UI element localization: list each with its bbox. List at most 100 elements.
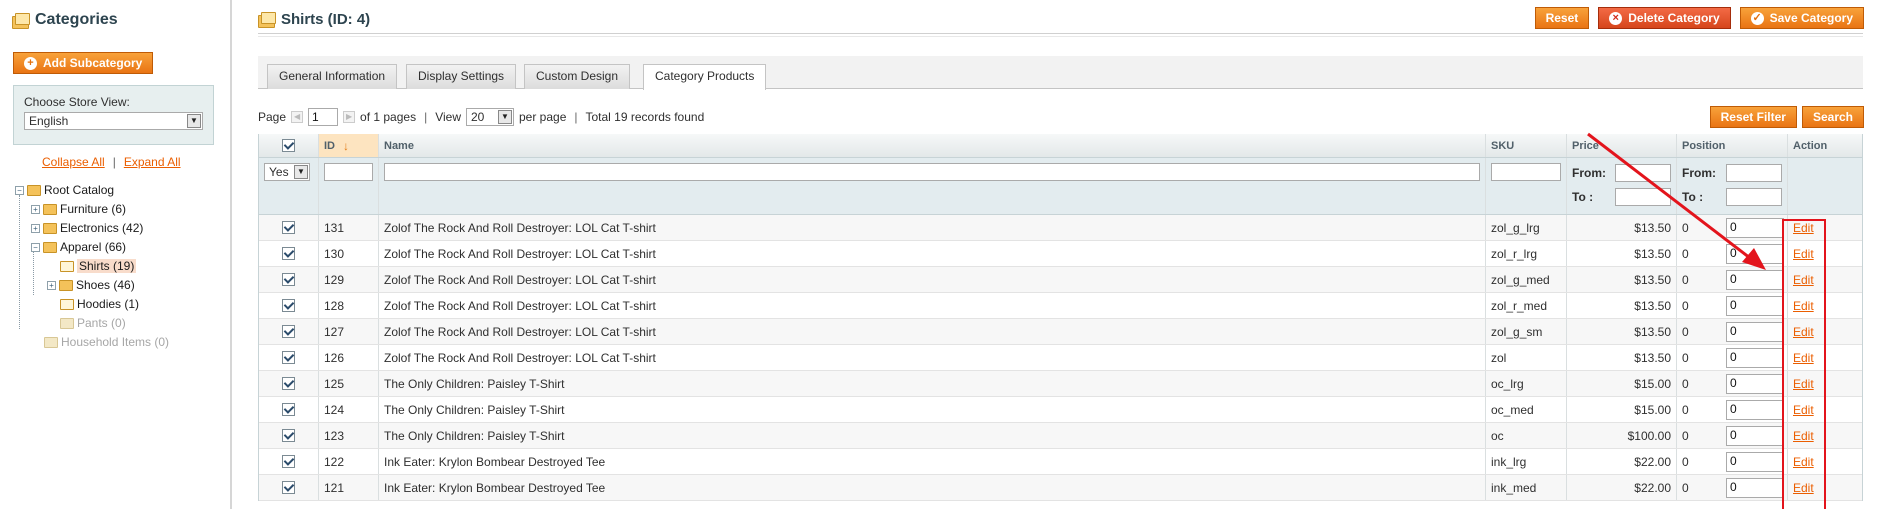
position-input[interactable]: 0 <box>1726 425 1784 446</box>
table-row[interactable]: 127 Zolof The Rock And Roll Destroyer: LO… <box>259 319 1862 345</box>
table-row[interactable]: 130 Zolof The Rock And Roll Destroyer: LO… <box>259 241 1862 267</box>
position-input[interactable]: 0 <box>1726 269 1784 290</box>
tab-custom-design[interactable]: Custom Design <box>524 64 631 89</box>
table-row[interactable]: 124 The Only Children: Paisley T-Shirt oc_… <box>259 397 1862 423</box>
search-button[interactable]: Search <box>1801 106 1864 128</box>
table-row[interactable]: 122 Ink Eater: Krylon Bombear Destroyed T… <box>259 449 1862 475</box>
position-input[interactable]: 0 <box>1726 399 1784 420</box>
page-input[interactable]: 1 <box>308 108 339 126</box>
table-row[interactable]: 125 The Only Children: Paisley T-Shirt oc_… <box>259 371 1862 397</box>
filter-in-category: Yes ▼ <box>259 158 319 214</box>
collapse-all-link[interactable]: Collapse All <box>42 155 105 169</box>
price-from-input[interactable] <box>1615 164 1671 182</box>
checkbox-icon[interactable] <box>282 403 295 416</box>
row-select-cell <box>259 397 319 422</box>
dropdown-arrow-icon: ▼ <box>187 114 201 128</box>
cell-sku: zol_g_med <box>1486 267 1567 292</box>
position-input[interactable]: 0 <box>1726 295 1784 316</box>
tree-node-electronics[interactable]: + Electronics (42) <box>31 221 143 235</box>
grid-pager: Page ◀ 1 ▶ of 1 pages | View 20 ▼ per pa… <box>258 108 705 126</box>
per-page-select[interactable]: 20 ▼ <box>466 108 514 126</box>
price-to-input[interactable] <box>1615 188 1671 206</box>
delete-category-button[interactable]: × Delete Category <box>1598 7 1731 29</box>
position-input[interactable]: 0 <box>1726 373 1784 394</box>
table-row[interactable]: 121 Ink Eater: Krylon Bombear Destroyed T… <box>259 475 1862 501</box>
price-to-label: To : <box>1572 190 1594 204</box>
collapse-toggle-icon[interactable]: − <box>31 242 40 252</box>
checkbox-icon[interactable] <box>282 377 295 390</box>
cell-position: 00 <box>1677 397 1788 422</box>
tree-node-pants[interactable]: Pants (0) <box>60 316 126 330</box>
cell-name: The Only Children: Paisley T-Shirt <box>379 423 1486 448</box>
reset-filter-button[interactable]: Reset Filter <box>1709 106 1797 128</box>
tree-node-shoes[interactable]: + Shoes (46) <box>47 278 135 292</box>
checkbox-icon[interactable] <box>282 247 295 260</box>
tree-node-apparel[interactable]: − Apparel (66) <box>31 240 126 254</box>
store-view-select[interactable]: English ▼ <box>24 112 203 130</box>
header-id[interactable]: ID ↓ <box>319 134 379 157</box>
position-input[interactable]: 0 <box>1726 243 1784 264</box>
reset-button[interactable]: Reset <box>1534 7 1590 29</box>
position-input[interactable]: 0 <box>1726 451 1784 472</box>
position-input[interactable]: 0 <box>1726 347 1784 368</box>
checkbox-icon[interactable] <box>282 221 295 234</box>
filter-id-input[interactable] <box>324 163 373 181</box>
cell-position: 00 <box>1677 449 1788 474</box>
save-category-button[interactable]: ✓ Save Category <box>1739 7 1864 29</box>
checkbox-icon[interactable] <box>282 299 295 312</box>
expand-all-link[interactable]: Expand All <box>124 155 181 169</box>
expand-toggle-icon[interactable]: + <box>31 223 40 233</box>
table-row[interactable]: 128 Zolof The Rock And Roll Destroyer: LO… <box>259 293 1862 319</box>
expand-toggle-icon[interactable]: + <box>47 280 56 290</box>
cell-name: Ink Eater: Krylon Bombear Destroyed Tee <box>379 475 1486 500</box>
position-value: 0 <box>1682 454 1689 469</box>
expand-toggle-icon[interactable]: + <box>31 204 40 214</box>
checkbox-icon[interactable] <box>282 455 295 468</box>
checkbox-icon[interactable] <box>282 351 295 364</box>
collapse-toggle-icon[interactable]: − <box>15 185 24 195</box>
tree-node-furniture[interactable]: + Furniture (6) <box>31 202 126 216</box>
header-position[interactable]: Position <box>1677 134 1788 157</box>
position-to-input[interactable] <box>1726 188 1782 206</box>
filter-name-input[interactable] <box>384 163 1480 181</box>
header-select-all[interactable] <box>259 134 319 157</box>
save-icon: ✓ <box>1750 11 1764 25</box>
filter-sku-cell <box>1486 158 1567 214</box>
checkbox-icon[interactable] <box>282 273 295 286</box>
position-input[interactable]: 0 <box>1726 477 1784 498</box>
tab-category-products[interactable]: Category Products <box>643 64 767 90</box>
table-row[interactable]: 131 Zolof The Rock And Roll Destroyer: LO… <box>259 215 1862 241</box>
position-to-label: To : <box>1682 190 1704 204</box>
position-input[interactable]: 0 <box>1726 217 1784 238</box>
position-value: 0 <box>1682 428 1689 443</box>
table-row[interactable]: 126 Zolof The Rock And Roll Destroyer: LO… <box>259 345 1862 371</box>
tab-general-information[interactable]: General Information <box>267 64 398 89</box>
header-sku[interactable]: SKU <box>1486 134 1567 157</box>
row-select-cell <box>259 241 319 266</box>
prev-page-icon[interactable]: ◀ <box>291 111 304 123</box>
in-category-select[interactable]: Yes ▼ <box>264 163 310 181</box>
table-row[interactable]: 129 Zolof The Rock And Roll Destroyer: LO… <box>259 267 1862 293</box>
next-page-icon[interactable]: ▶ <box>343 111 356 123</box>
tree-node-root[interactable]: − Root Catalog <box>15 183 114 197</box>
checkbox-icon[interactable] <box>282 481 295 494</box>
checkbox-icon[interactable] <box>282 325 295 338</box>
grid-filter-row: Yes ▼ From: To : From: To: <box>259 158 1862 215</box>
tree-node-household-items[interactable]: Household Items (0) <box>44 335 169 349</box>
table-row[interactable]: 123 The Only Children: Paisley T-Shirt oc $… <box>259 423 1862 449</box>
filter-sku-input[interactable] <box>1491 163 1561 181</box>
position-from-input[interactable] <box>1726 164 1782 182</box>
checkbox-icon[interactable] <box>282 429 295 442</box>
header-name[interactable]: Name <box>379 134 1486 157</box>
tree-node-hoodies[interactable]: Hoodies (1) <box>60 297 139 311</box>
cell-id: 129 <box>319 267 379 292</box>
add-subcategory-button[interactable]: + Add Subcategory <box>13 52 154 74</box>
checkbox-icon[interactable] <box>282 139 295 152</box>
tree-node-shirts[interactable]: Shirts (19) <box>60 259 137 273</box>
tree-controls: Collapse All | Expand All <box>42 155 181 169</box>
position-input[interactable]: 0 <box>1726 321 1784 342</box>
tab-display-settings[interactable]: Display Settings <box>406 64 517 89</box>
cell-name: Zolof The Rock And Roll Destroyer: LOL C… <box>379 319 1486 344</box>
cell-name: Zolof The Rock And Roll Destroyer: LOL C… <box>379 241 1486 266</box>
header-price[interactable]: Price <box>1567 134 1677 157</box>
